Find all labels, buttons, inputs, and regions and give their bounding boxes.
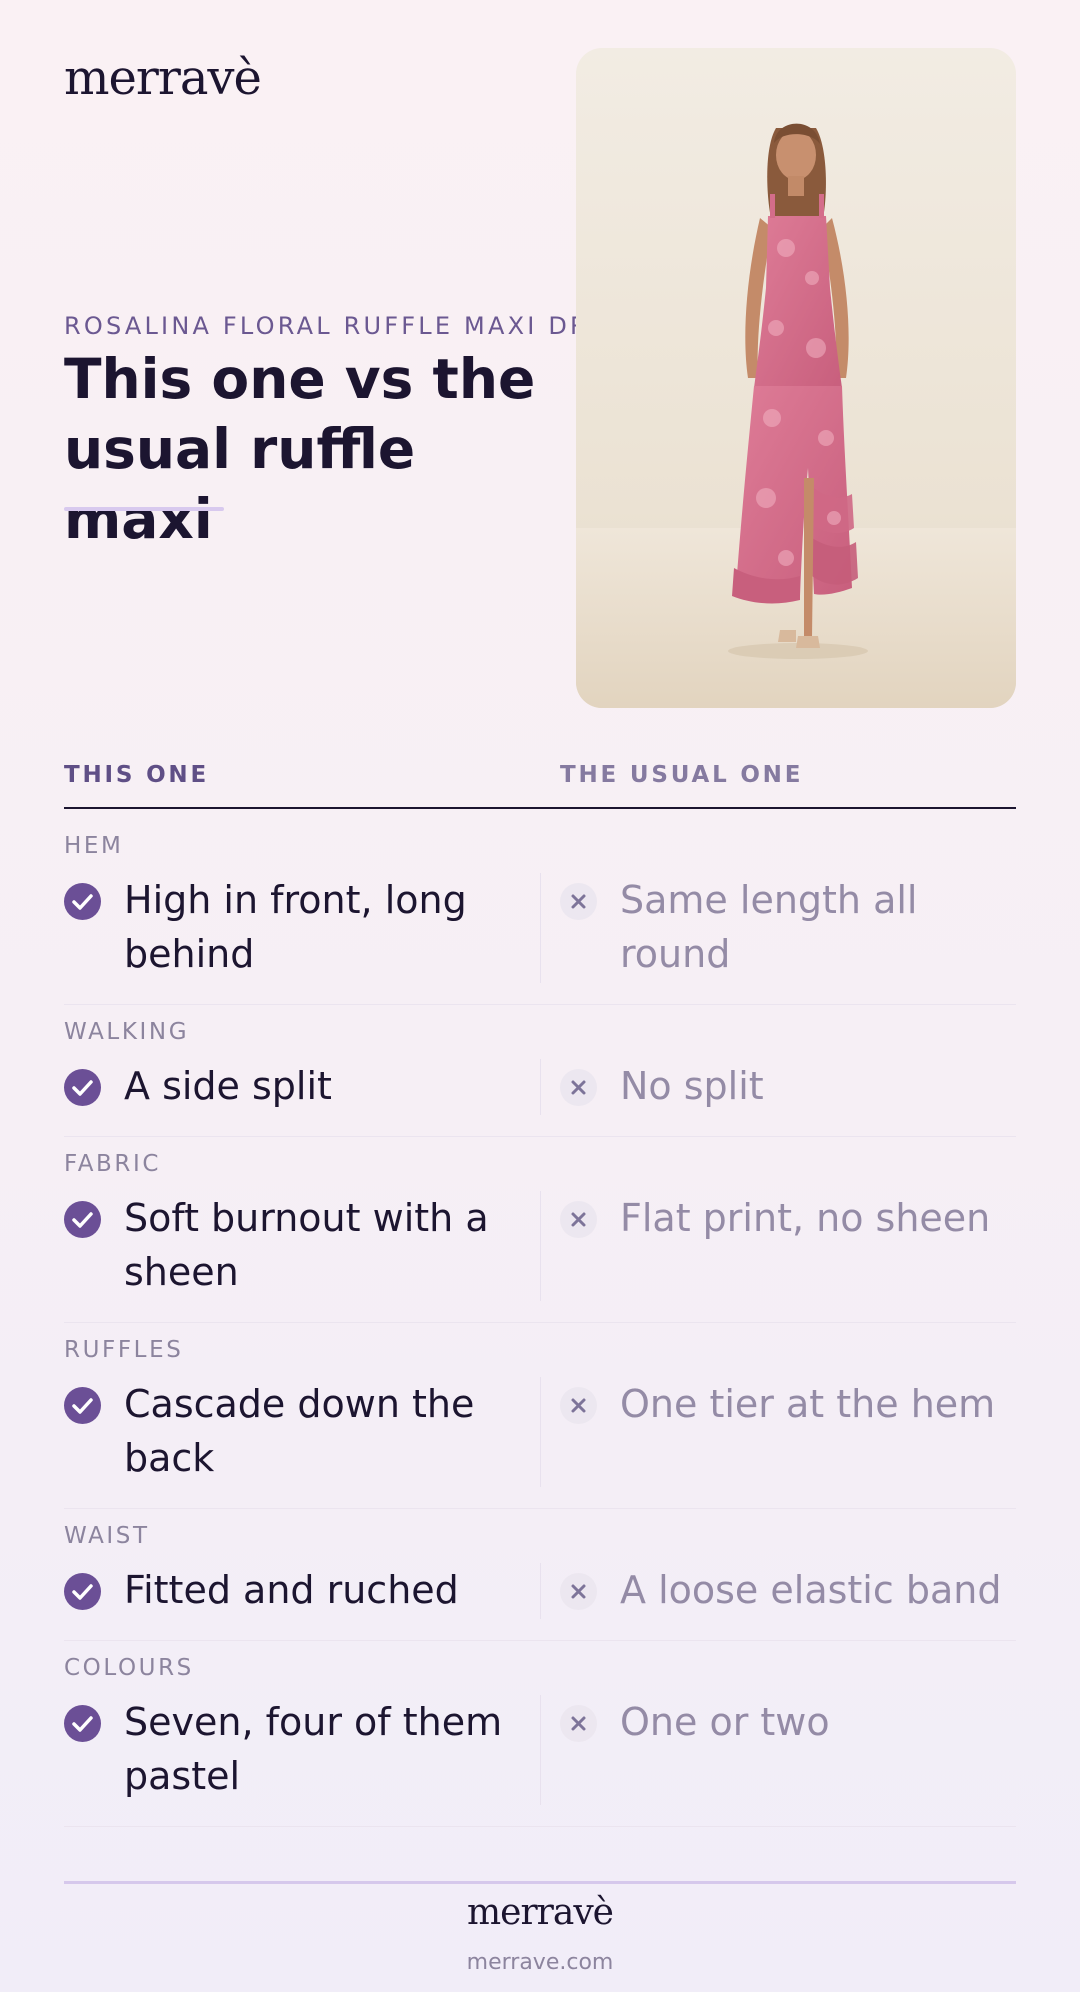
column-divider (540, 1059, 541, 1115)
x-icon (560, 1705, 597, 1742)
usual-one-text: Flat print, no sheen (620, 1196, 991, 1240)
row-divider (64, 1826, 1016, 1827)
check-icon (64, 1705, 101, 1742)
row-label: WAIST (64, 1523, 150, 1549)
this-one-text: Cascade down the back (124, 1382, 475, 1480)
x-icon (560, 1387, 597, 1424)
x-icon (560, 883, 597, 920)
check-icon (64, 1069, 101, 1106)
usual-one-text: One tier at the hem (620, 1382, 996, 1426)
usual-one-text: A loose elastic band (620, 1568, 1002, 1612)
check-icon (64, 1573, 101, 1610)
x-icon (560, 1201, 597, 1238)
page-title: This one vs the usual ruffle maxi (64, 347, 536, 551)
row-divider (64, 1136, 1016, 1137)
this-one-text: Soft burnout with a sheen (124, 1196, 489, 1294)
hero-photo (576, 48, 1016, 708)
header-divider (64, 807, 1016, 809)
usual-one-text: Same length all round (620, 878, 918, 976)
row-label: WALKING (64, 1019, 190, 1045)
check-icon (64, 1201, 101, 1238)
model-illustration (576, 123, 1016, 708)
column-divider (540, 1563, 541, 1619)
row-label: HEM (64, 833, 124, 859)
title-underline (64, 507, 224, 511)
x-icon (560, 1069, 597, 1106)
row-label: COLOURS (64, 1655, 194, 1681)
row-divider (64, 1004, 1016, 1005)
column-header-this-one: THIS ONE (64, 762, 209, 788)
row-divider (64, 1640, 1016, 1641)
row-divider (64, 1322, 1016, 1323)
usual-one-text: One or two (620, 1700, 830, 1744)
usual-one-text: No split (620, 1064, 764, 1108)
this-one-text: A side split (124, 1064, 332, 1108)
brand-logo[interactable]: merravè (64, 50, 262, 106)
this-one-text: Seven, four of them pastel (124, 1700, 503, 1798)
x-icon (560, 1573, 597, 1610)
product-name: ROSALINA FLORAL RUFFLE MAXI DRESS (64, 312, 576, 340)
this-one-text: High in front, long behind (124, 878, 467, 976)
this-one-text: Fitted and ruched (124, 1568, 459, 1612)
column-divider (540, 1377, 541, 1487)
footer-divider (64, 1881, 1016, 1884)
column-divider (540, 873, 541, 983)
check-icon (64, 1387, 101, 1424)
column-divider (540, 1695, 541, 1805)
check-icon (64, 883, 101, 920)
column-divider (540, 1191, 541, 1301)
column-header-usual-one: THE USUAL ONE (560, 762, 804, 788)
row-label: RUFFLES (64, 1337, 184, 1363)
footer-logo[interactable]: merravè (0, 1892, 1080, 1933)
row-divider (64, 1508, 1016, 1509)
row-label: FABRIC (64, 1151, 162, 1177)
footer-url[interactable]: merrave.com (0, 1950, 1080, 1975)
